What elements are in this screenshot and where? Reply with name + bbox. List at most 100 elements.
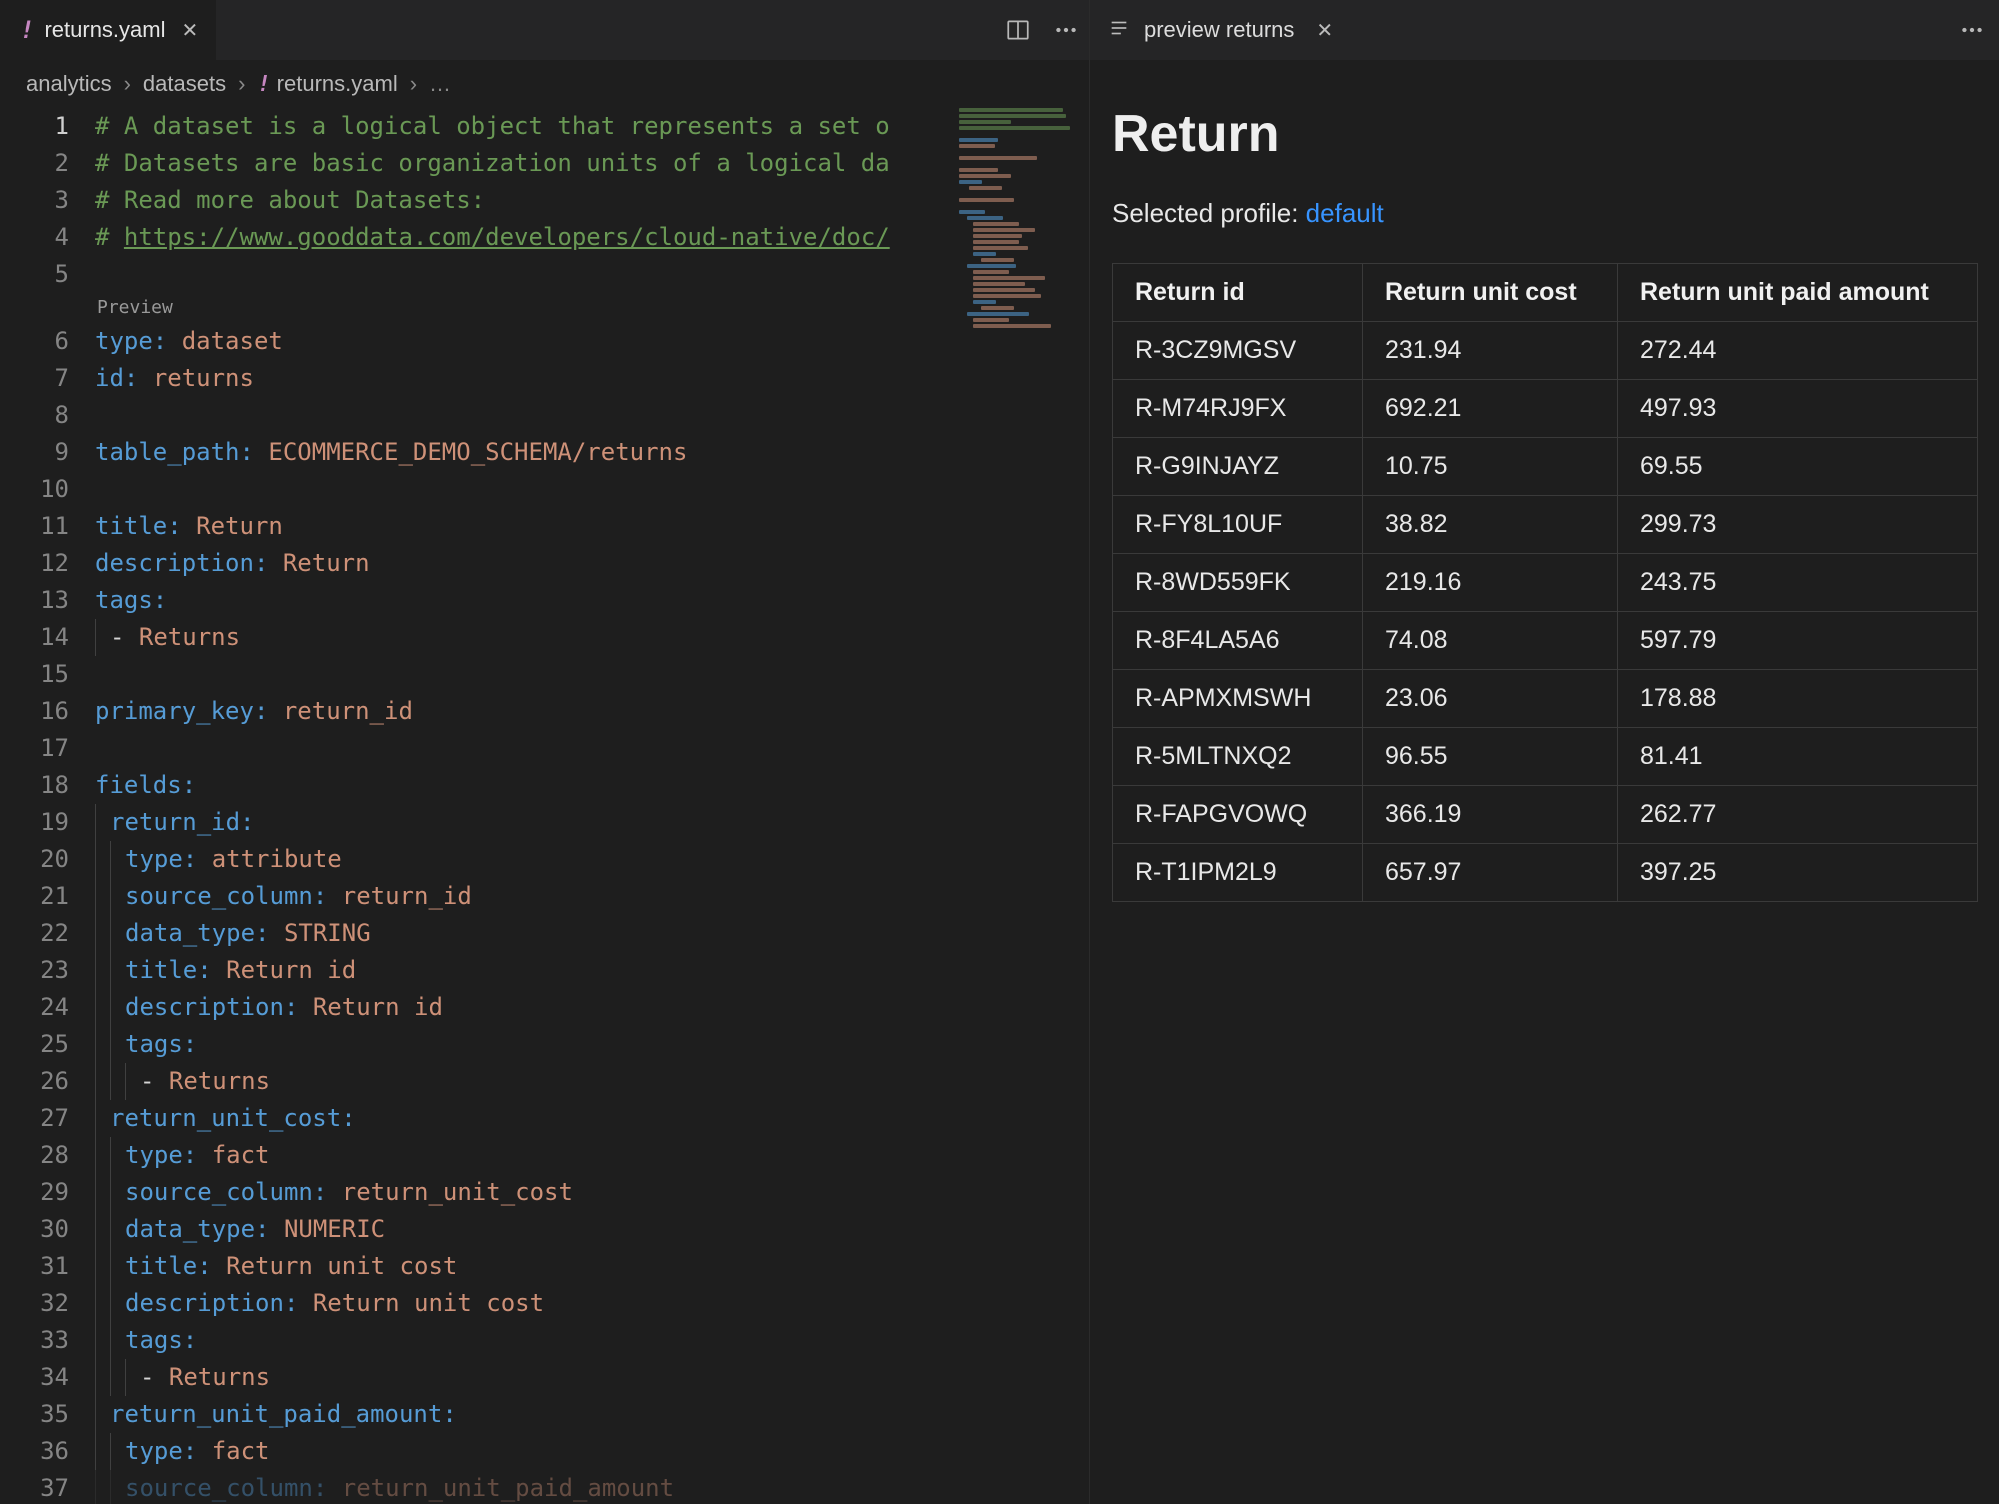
- code-text: Returns: [169, 1363, 270, 1391]
- editor-tab-label: returns.yaml: [44, 17, 165, 43]
- more-actions-icon[interactable]: [1959, 17, 1985, 43]
- table-row: R-5MLTNXQ296.5581.41: [1113, 728, 1978, 786]
- line-number: 5: [0, 256, 69, 293]
- table-row: R-M74RJ9FX692.21497.93: [1113, 380, 1978, 438]
- table-cell: R-3CZ9MGSV: [1113, 322, 1363, 380]
- code-text: fact: [212, 1437, 270, 1465]
- table-cell: 231.94: [1363, 322, 1618, 380]
- line-number: 29: [0, 1174, 69, 1211]
- code-text: attribute: [212, 845, 342, 873]
- code-editor[interactable]: 1 2 3 4 5 6 7 8 9 10 11 12 13 14 15 16 1…: [0, 108, 1089, 1504]
- code-text: primary_key: [95, 697, 254, 725]
- code-text: return_unit_paid_amount: [110, 1400, 442, 1428]
- selected-profile-label: Selected profile:: [1112, 198, 1306, 228]
- code-link[interactable]: https://www.gooddata.com/developers/clou…: [124, 223, 890, 251]
- line-number: 35: [0, 1396, 69, 1433]
- yaml-file-icon: !: [257, 72, 270, 97]
- line-number: 21: [0, 878, 69, 915]
- table-cell: 243.75: [1618, 554, 1978, 612]
- code-text: Returns: [169, 1067, 270, 1095]
- table-cell: 74.08: [1363, 612, 1618, 670]
- breadcrumb-seg[interactable]: returns.yaml: [277, 71, 398, 97]
- table-cell: R-G9INJAYZ: [1113, 438, 1363, 496]
- table-row: R-G9INJAYZ10.7569.55: [1113, 438, 1978, 496]
- line-number: 18: [0, 767, 69, 804]
- preview-tab-label[interactable]: preview returns: [1144, 17, 1294, 43]
- table-row: R-FY8L10UF38.82299.73: [1113, 496, 1978, 554]
- code-text: return_unit_cost: [110, 1104, 341, 1132]
- table-cell: 262.77: [1618, 786, 1978, 844]
- table-header-row: Return id Return unit cost Return unit p…: [1113, 264, 1978, 322]
- line-number: 19: [0, 804, 69, 841]
- more-actions-icon[interactable]: [1053, 17, 1079, 43]
- code-text: source_column: [125, 1178, 313, 1206]
- chevron-right-icon: ›: [118, 71, 137, 97]
- split-editor-icon[interactable]: [1005, 17, 1031, 43]
- code-text: #: [95, 223, 124, 251]
- line-number: 34: [0, 1359, 69, 1396]
- line-number: 24: [0, 989, 69, 1026]
- line-number: 15: [0, 656, 69, 693]
- code-text: title: [95, 512, 167, 540]
- breadcrumb[interactable]: analytics › datasets › ! returns.yaml › …: [0, 60, 1089, 108]
- yaml-file-icon: !: [20, 16, 34, 44]
- preview-tab-bar: preview returns ✕: [1090, 0, 1999, 60]
- line-number: 37: [0, 1470, 69, 1504]
- line-number: 17: [0, 730, 69, 767]
- code-text: Returns: [139, 623, 240, 651]
- line-number: 23: [0, 952, 69, 989]
- table-cell: 657.97: [1363, 844, 1618, 902]
- code-text: source_column: [125, 882, 313, 910]
- codelens-preview[interactable]: Preview: [95, 293, 1089, 323]
- table-header-cell: Return id: [1113, 264, 1363, 322]
- code-text: description: [95, 549, 254, 577]
- code-text: dataset: [182, 327, 283, 355]
- code-text: title: [125, 1252, 197, 1280]
- table-header-cell: Return unit cost: [1363, 264, 1618, 322]
- code-text: NUMERIC: [284, 1215, 385, 1243]
- line-number: 3: [0, 182, 69, 219]
- code-text: type: [125, 845, 183, 873]
- table-cell: 38.82: [1363, 496, 1618, 554]
- code-text: STRING: [284, 919, 371, 947]
- editor-tab-returns[interactable]: ! returns.yaml ✕: [0, 0, 217, 60]
- line-number: 8: [0, 397, 69, 434]
- code-text: return_id: [283, 697, 413, 725]
- table-cell: R-M74RJ9FX: [1113, 380, 1363, 438]
- selected-profile-link[interactable]: default: [1306, 198, 1384, 228]
- code-text: # A dataset is a logical object that rep…: [95, 112, 890, 140]
- close-icon[interactable]: ✕: [1316, 18, 1333, 43]
- table-row: R-T1IPM2L9657.97397.25: [1113, 844, 1978, 902]
- line-number: 1: [0, 108, 69, 145]
- line-number: 26: [0, 1063, 69, 1100]
- line-number: 4: [0, 219, 69, 256]
- tabbar-actions: [1005, 0, 1079, 60]
- code-text: Return: [283, 549, 370, 577]
- breadcrumb-seg[interactable]: analytics: [26, 71, 112, 97]
- line-number-gutter: 1 2 3 4 5 6 7 8 9 10 11 12 13 14 15 16 1…: [0, 108, 95, 1504]
- table-cell: R-FAPGVOWQ: [1113, 786, 1363, 844]
- table-cell: R-FY8L10UF: [1113, 496, 1363, 554]
- code-text: type: [95, 327, 153, 355]
- table-cell: 692.21: [1363, 380, 1618, 438]
- code-text: type: [125, 1437, 183, 1465]
- chevron-right-icon: ›: [232, 71, 251, 97]
- breadcrumb-seg[interactable]: datasets: [143, 71, 226, 97]
- preview-body: Return Selected profile: default Return …: [1090, 60, 1999, 1504]
- editor-pane: ! returns.yaml ✕ analytics › datasets › …: [0, 0, 1090, 1504]
- close-icon[interactable]: ✕: [182, 18, 199, 43]
- table-row: R-8F4LA5A674.08597.79: [1113, 612, 1978, 670]
- code-text: Return: [196, 512, 283, 540]
- code-text: return_unit_cost: [342, 1178, 573, 1206]
- code-text: tags: [125, 1030, 183, 1058]
- line-number: 2: [0, 145, 69, 182]
- table-row: R-APMXMSWH23.06178.88: [1113, 670, 1978, 728]
- code-text: data_type: [125, 919, 255, 947]
- minimap[interactable]: [959, 108, 1089, 488]
- line-number: 6: [0, 323, 69, 360]
- breadcrumb-overflow[interactable]: …: [429, 71, 451, 97]
- preview-heading: Return: [1112, 104, 1999, 164]
- code-content[interactable]: # A dataset is a logical object that rep…: [95, 108, 1089, 1504]
- code-text: title: [125, 956, 197, 984]
- table-cell: 497.93: [1618, 380, 1978, 438]
